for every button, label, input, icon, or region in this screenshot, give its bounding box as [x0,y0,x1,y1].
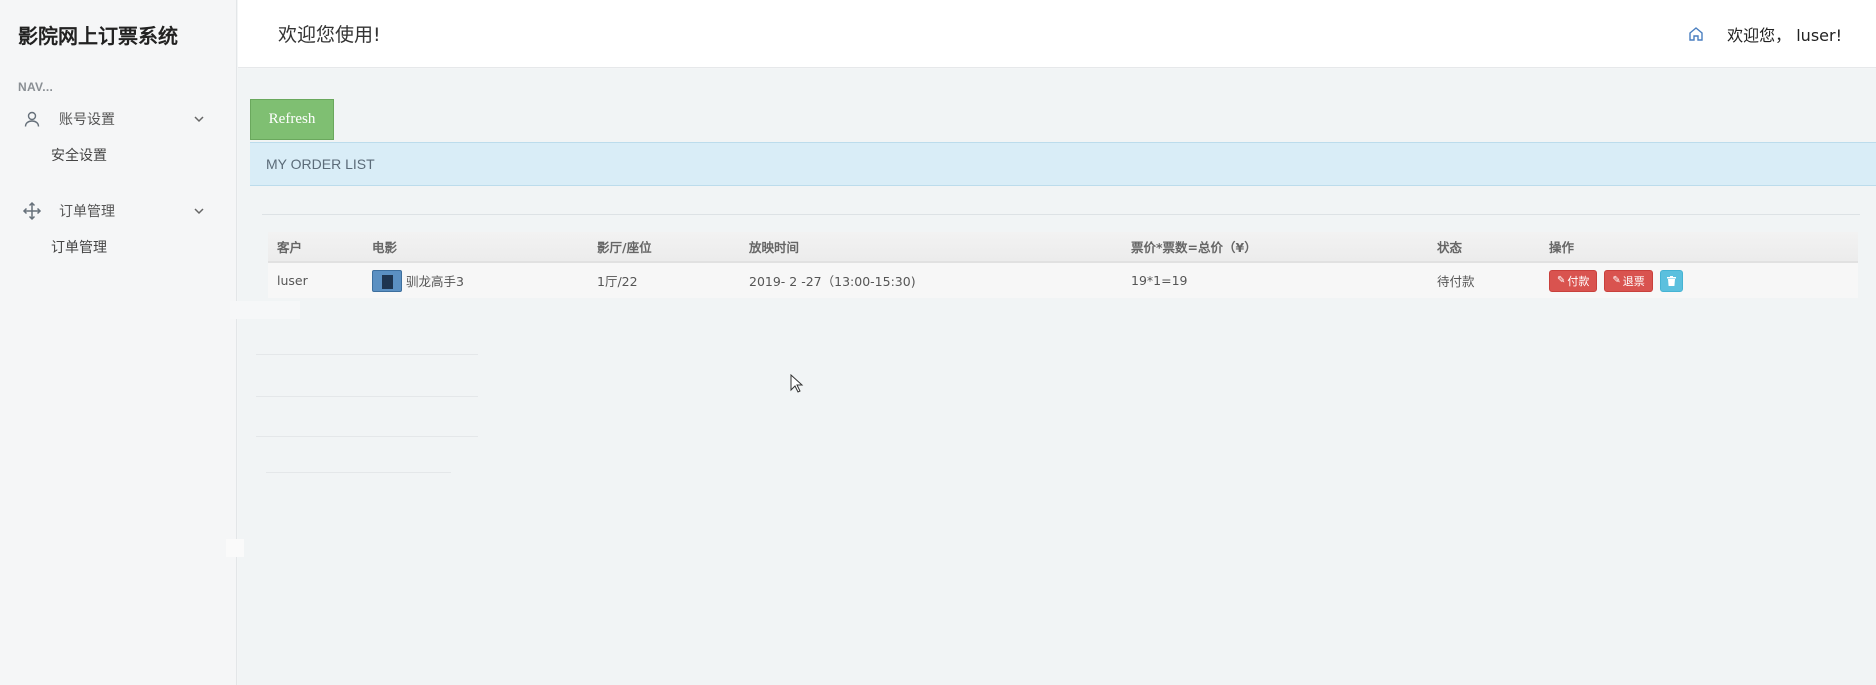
column-header: 影厅/座位 [588,232,740,263]
refund-button[interactable]: ✎ 退票 [1604,269,1653,292]
nav-item-label: 订单管理 [59,204,115,220]
cell-customer: luser [268,262,363,298]
orders-table: 客户 电影 影厅/座位 放映时间 票价*票数=总价（¥） 状态 操作 luser… [268,232,1858,298]
table-row: luser 驯龙高手3 1厅/22 2019- 2 -27（13:00-15:3… [268,262,1858,298]
faded-artifact [256,436,478,437]
home-icon[interactable] [1687,25,1705,43]
refund-button-label: 退票 [1622,274,1645,288]
column-header: 票价*票数=总价（¥） [1122,232,1428,263]
faded-artifact [256,396,478,397]
faded-artifact [230,301,300,319]
top-header: 欢迎您使用! 欢迎您， luser! [238,0,1876,68]
header-right: 欢迎您， luser! [1687,22,1842,46]
nav-group-account: 账号设置 安全设置 [0,104,236,170]
cell-movie: 驯龙高手3 [363,262,588,298]
column-header: 状态 [1428,232,1540,263]
mouse-cursor-icon [790,374,804,393]
nav-heading: NAV... [18,80,54,94]
nav-subitem-security-settings[interactable]: 安全设置 [0,140,236,170]
cell-hall-seat: 1厅/22 [588,262,740,298]
column-header: 放映时间 [740,232,1122,263]
chevron-down-icon [194,208,204,215]
nav-subitem-order-management[interactable]: 订单管理 [0,232,236,262]
cell-showtime: 2019- 2 -27（13:00-15:30) [740,262,1122,298]
user-icon [20,109,44,129]
move-arrows-icon [20,201,44,221]
cell-price-total: 19*1=19 [1122,262,1428,298]
column-header: 操作 [1540,232,1858,263]
faded-artifact [256,354,478,355]
nav-item-label: 账号设置 [59,112,115,128]
nav-item-order-management[interactable]: 订单管理 [0,196,236,226]
page-welcome: 欢迎您使用! [278,24,381,46]
faded-artifact [226,539,244,557]
table-header-row: 客户 电影 影厅/座位 放映时间 票价*票数=总价（¥） 状态 操作 [268,232,1858,263]
column-header: 电影 [363,232,588,263]
cell-status: 待付款 [1428,262,1540,298]
user-welcome[interactable]: 欢迎您， luser! [1727,22,1842,46]
divider [262,214,1860,215]
trash-icon [1666,275,1676,286]
chevron-down-icon [194,116,204,123]
pencil-icon: ✎ [1612,275,1621,286]
cell-actions: ✎ 付款 ✎ 退票 [1540,262,1858,298]
column-header: 客户 [268,232,363,263]
delete-button[interactable] [1659,269,1683,292]
refresh-button[interactable]: Refresh [250,99,334,140]
pay-button-label: 付款 [1567,274,1590,288]
faded-artifact [266,472,451,473]
pencil-icon: ✎ [1557,275,1566,286]
nav-item-account-settings[interactable]: 账号设置 [0,104,236,134]
brand-title: 影院网上订票系统 [18,23,178,48]
main-content: Refresh MY ORDER LIST 客户 电影 影厅/座位 放映时间 票… [226,69,1876,685]
sidebar: 影院网上订票系统 NAV... 账号设置 安全设置 订单管理 订单管理 [0,0,237,685]
pay-button[interactable]: ✎ 付款 [1549,269,1598,292]
movie-poster-thumbnail [372,269,402,292]
movie-title: 驯龙高手3 [406,274,464,289]
order-list-panel-title: MY ORDER LIST [250,142,1876,186]
nav-group-orders: 订单管理 订单管理 [0,196,236,262]
